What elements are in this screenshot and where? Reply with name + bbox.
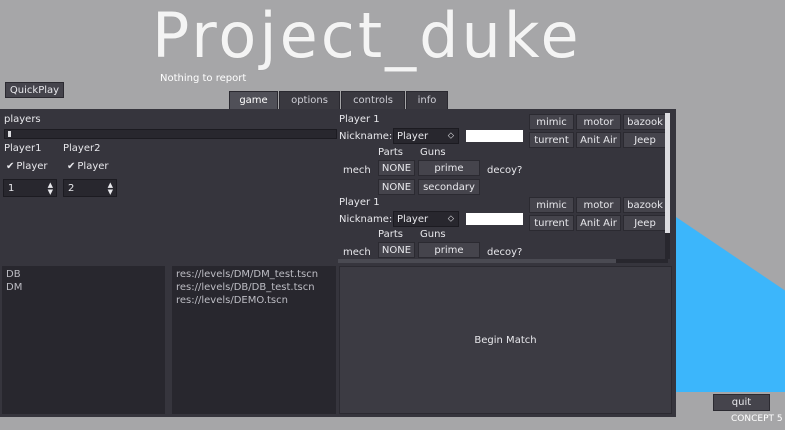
player1-spin-value: 1 (8, 183, 15, 194)
mode-item-db[interactable]: DB (6, 269, 21, 280)
card2-unit-jeep[interactable]: Jeep (623, 215, 667, 231)
card1-nickname-select[interactable]: Player ⬦ (393, 128, 459, 144)
tab-game[interactable]: game (229, 91, 278, 109)
card2-parts-label: Parts (378, 229, 403, 240)
card2-mech-label: mech (343, 247, 371, 258)
dropdown-icon: ⬦ (447, 214, 454, 224)
player2-checkbox[interactable]: ✔ Player (67, 161, 109, 172)
player1-label: Player1 (4, 143, 42, 154)
card1-heading: Player 1 (339, 114, 380, 125)
card2-heading: Player 1 (339, 197, 380, 208)
mode-item-dm[interactable]: DM (6, 282, 22, 293)
player-cards-scroll[interactable]: Player 1 Nickname: Player ⬦ mech Parts G… (338, 113, 672, 263)
level-item[interactable]: res://levels/DM/DM_test.tscn (176, 269, 318, 280)
player1-spinbox[interactable]: 1 ▲ ▼ (3, 179, 57, 197)
card1-unit-jeep[interactable]: Jeep (623, 132, 667, 148)
players-header: players (4, 114, 41, 125)
player2-spinbox[interactable]: 2 ▲ ▼ (63, 179, 117, 197)
begin-match-button[interactable]: Begin Match (339, 266, 672, 414)
card1-part2-button[interactable]: NONE (378, 179, 415, 195)
card1-guns-label: Guns (420, 147, 446, 158)
level-item[interactable]: res://levels/DEMO.tscn (176, 295, 288, 306)
card1-parts-label: Parts (378, 147, 403, 158)
main-panel: players Player1 Player2 ✔ Player ✔ Player … (0, 109, 676, 417)
card2-guns-label: Guns (420, 229, 446, 240)
card1-gun1-button[interactable]: prime (418, 160, 480, 176)
player2-spin-value: 2 (68, 183, 75, 194)
card2-unit-anitair[interactable]: Anit Air (576, 215, 621, 231)
card2-gun1-button[interactable]: prime (418, 242, 480, 258)
bottom-strip (0, 417, 785, 430)
player2-check-label: Player (77, 161, 109, 172)
card2-unit-mimic[interactable]: mimic (529, 197, 574, 213)
card2-part1-button[interactable]: NONE (378, 242, 415, 258)
cards-vscroll-thumb[interactable] (665, 113, 670, 233)
card1-color-swatch[interactable] (466, 130, 523, 142)
player1-check-label: Player (16, 161, 48, 172)
spinner-arrows-icon[interactable]: ▲ ▼ (108, 182, 113, 196)
card1-unit-mimic[interactable]: mimic (529, 114, 574, 130)
card2-unit-motor[interactable]: motor (576, 197, 621, 213)
card2-color-swatch[interactable] (466, 213, 523, 225)
players-slider[interactable] (4, 129, 337, 139)
checkmark-icon: ✔ (67, 161, 76, 172)
quit-button[interactable]: quit (713, 394, 770, 411)
card1-gun2-button[interactable]: secondary (418, 179, 480, 195)
card1-unit-anitair[interactable]: Anit Air (576, 132, 621, 148)
background-shape (676, 217, 785, 392)
status-text: Nothing to report (160, 73, 247, 84)
card1-unit-bazook[interactable]: bazook (623, 114, 667, 130)
tab-controls[interactable]: controls (341, 91, 405, 109)
cards-vscrollbar[interactable] (665, 113, 670, 259)
tab-info[interactable]: info (406, 91, 448, 109)
player1-checkbox[interactable]: ✔ Player (6, 161, 48, 172)
card1-nickname-value: Player (397, 131, 429, 142)
quickplay-button[interactable]: QuickPlay (5, 82, 64, 98)
checkmark-icon: ✔ (6, 161, 15, 172)
card1-unit-turrent[interactable]: turrent (529, 132, 574, 148)
card2-unit-bazook[interactable]: bazook (623, 197, 667, 213)
cards-hscrollbar[interactable] (338, 259, 668, 263)
card2-nickname-select[interactable]: Player ⬦ (393, 211, 459, 227)
card1-nickname-label: Nickname: (339, 131, 393, 142)
footer-text: CONCEPT 5 (731, 414, 783, 424)
card2-nickname-value: Player (397, 214, 429, 225)
players-slider-handle[interactable] (8, 131, 11, 137)
tab-options[interactable]: options (279, 91, 340, 109)
level-item[interactable]: res://levels/DB/DB_test.tscn (176, 282, 315, 293)
level-list[interactable]: res://levels/DM/DM_test.tscn res://level… (172, 266, 336, 414)
mode-list[interactable]: DB DM (2, 266, 165, 414)
card1-unit-motor[interactable]: motor (576, 114, 621, 130)
card2-nickname-label: Nickname: (339, 214, 393, 225)
cards-hscroll-thumb[interactable] (338, 259, 616, 263)
player2-label: Player2 (63, 143, 101, 154)
card2-decoy-label: decoy? (487, 247, 523, 258)
card1-decoy-label: decoy? (487, 165, 523, 176)
card1-part1-button[interactable]: NONE (378, 160, 415, 176)
card1-mech-label: mech (343, 165, 371, 176)
spinner-arrows-icon[interactable]: ▲ ▼ (48, 182, 53, 196)
card2-unit-turrent[interactable]: turrent (529, 215, 574, 231)
dropdown-icon: ⬦ (447, 131, 454, 141)
app-title: Project_duke (152, 0, 582, 72)
